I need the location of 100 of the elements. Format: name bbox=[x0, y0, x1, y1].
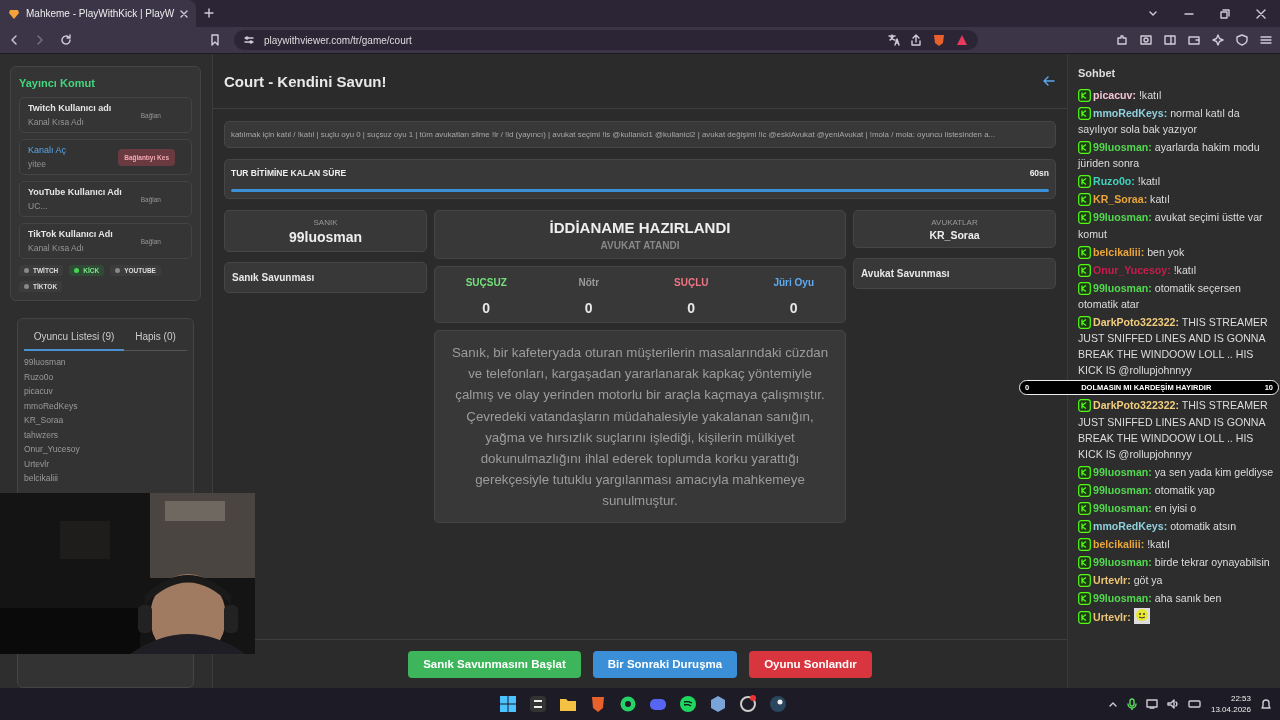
chat-message: 99luosman: en iyisi o bbox=[1078, 500, 1274, 517]
badge-icon bbox=[1078, 211, 1091, 225]
chat-message: 99luosman: birde tekrar oynayabilsin bbox=[1078, 554, 1274, 571]
badge-icon bbox=[1078, 263, 1091, 277]
steam-icon[interactable] bbox=[769, 695, 787, 713]
action-button[interactable]: Sanık Savunmasını Başlat bbox=[408, 650, 581, 678]
field-value: Kanal Kısa Adı bbox=[28, 243, 85, 253]
lawyer-name: KR_Soraa bbox=[928, 229, 981, 241]
chat-message: 99luosman: ayarlarda hakim modu jüriden sonra bbox=[1078, 140, 1261, 172]
back-arrow-icon[interactable] bbox=[1043, 76, 1055, 86]
chat-message: DarkPoto322322: THIS STREAMER JUST SNIFFED LINES AND IS GONNA BREAK THE WINDOOW LOLL .. HIS KICK IS @rollupjohnnyy bbox=[1078, 314, 1269, 379]
status-title: İDDİANAME HAZIRLANDI bbox=[548, 219, 732, 236]
music-icon[interactable] bbox=[679, 695, 697, 713]
player-name: Urtevlr bbox=[24, 457, 51, 471]
chat-message: 99luosman: aha sanık ben bbox=[1078, 590, 1274, 607]
vote-count: 0 bbox=[481, 300, 492, 316]
start-icon[interactable] bbox=[499, 695, 517, 713]
card-label: SANIK bbox=[312, 218, 339, 227]
shield-icon[interactable] bbox=[1236, 34, 1248, 46]
vote-count: 0 bbox=[583, 300, 594, 316]
chat-message: KR_Soraa: katıl bbox=[1078, 191, 1274, 208]
address-bar[interactable]: playwithviewer.com/tr/game/court bbox=[234, 30, 978, 50]
list-tab[interactable]: Hapis (0) bbox=[124, 325, 187, 351]
timer-reading: 60sn bbox=[1029, 168, 1049, 178]
badge-icon bbox=[1078, 107, 1091, 120]
hexagon-icon[interactable] bbox=[709, 695, 727, 713]
browser-tab[interactable]: Mahkeme - PlayWithKick | PlayW bbox=[0, 0, 197, 27]
defendant-name: 99luosman bbox=[287, 229, 364, 245]
badge-icon bbox=[1078, 466, 1091, 480]
field-value: Kanal Kısa Adı bbox=[28, 117, 85, 127]
sidebar-icon[interactable] bbox=[1164, 34, 1176, 46]
badge-icon bbox=[1078, 611, 1091, 625]
badge-icon bbox=[1078, 538, 1091, 552]
field-label: Twitch Kullanıcı adı bbox=[28, 103, 112, 113]
sparkle-icon[interactable] bbox=[1212, 34, 1224, 46]
notification-icon[interactable] bbox=[1260, 698, 1272, 710]
battery-icon[interactable] bbox=[1187, 699, 1202, 709]
badge-icon bbox=[1078, 484, 1091, 498]
translate-icon[interactable] bbox=[888, 34, 900, 46]
badge-icon bbox=[1078, 281, 1091, 295]
badge-icon bbox=[1078, 520, 1091, 534]
new-tab-icon[interactable] bbox=[204, 8, 215, 18]
wallet-icon[interactable] bbox=[1188, 34, 1200, 46]
restore-icon[interactable] bbox=[1220, 8, 1230, 19]
vote-label: Nötr bbox=[577, 277, 601, 288]
player-name: Ruzo0o bbox=[24, 370, 55, 384]
player-name: tahwzers bbox=[24, 428, 59, 442]
badge-icon bbox=[1078, 502, 1091, 516]
chat-message: Urtevlr: bbox=[1078, 608, 1274, 626]
indictment-text: Sanık, bir kafeteryada oturan müşterilerin masalarındaki cüzdan ve telefonları, kargaşadan yararlanarak kapkaç yöntemiyle çalmış ve olay yerinden motorlu bir araçla kaçmaya çalışmıştır. Çevredeki vatandaşların müdahalesiyle yakalanan sanığın, yağma ve hırsızlık suçlarını işlediği, kişilerin mülkiyet dokunulmazlığını ihlal ederek toplumda korku yarattığı gerekçesiyle tutuklu yargılanması amacıyla mahkemeye sunulmuştur. bbox=[434, 330, 846, 523]
screenshot-icon[interactable] bbox=[1140, 34, 1152, 46]
vote-count: 0 bbox=[788, 300, 799, 316]
badge-icon bbox=[1078, 315, 1091, 329]
field-value: yitee bbox=[28, 159, 47, 169]
field-label: YouTube Kullanıcı Adı bbox=[28, 187, 122, 197]
badge-icon bbox=[1078, 141, 1091, 155]
badge-icon bbox=[1078, 175, 1091, 189]
bookmark-icon[interactable] bbox=[210, 34, 220, 46]
action-button[interactable]: Oyunu Sonlandır bbox=[749, 650, 872, 678]
chat-message: 99luosman: otomatik yap bbox=[1078, 482, 1274, 499]
extensions-icon[interactable] bbox=[1116, 34, 1128, 46]
chat-message: 99luosman: ya sen yada kim geldiyse bbox=[1078, 464, 1274, 481]
close-icon[interactable] bbox=[180, 9, 189, 18]
action-button[interactable]: Bir Sonraki Duruşma bbox=[592, 650, 738, 678]
badge-icon bbox=[1078, 574, 1091, 588]
shield-icon[interactable] bbox=[589, 695, 607, 713]
close-icon[interactable] bbox=[1256, 8, 1266, 19]
vote-count: 0 bbox=[686, 300, 697, 316]
badge-icon bbox=[1078, 193, 1091, 207]
chat-title: Sohbet bbox=[1078, 67, 1117, 79]
microphone-icon[interactable] bbox=[1126, 698, 1137, 710]
shield-icon[interactable] bbox=[932, 33, 946, 47]
chat-message: belcikaliii: ben yok bbox=[1078, 243, 1274, 260]
channel-link[interactable]: Kanalı Aç bbox=[28, 145, 67, 155]
lion-icon bbox=[8, 7, 20, 20]
triangle-icon[interactable] bbox=[956, 34, 968, 46]
menu-icon[interactable] bbox=[1260, 34, 1272, 46]
card-label: AVUKATLAR bbox=[930, 218, 979, 227]
app-icon[interactable] bbox=[529, 695, 547, 713]
defense-panel: Avukat Savunması bbox=[853, 258, 1056, 289]
chat-message: Ruzo0o: !katıl bbox=[1078, 173, 1274, 190]
clock-time: 22:53 bbox=[1229, 693, 1251, 704]
site-settings-icon[interactable] bbox=[244, 35, 254, 45]
badge-icon bbox=[1078, 592, 1091, 606]
clock-date: 13.04.2026 bbox=[1210, 704, 1251, 715]
list-tab[interactable]: Oyuncu Listesi (9) bbox=[24, 325, 124, 351]
smiley-emote-icon bbox=[1133, 608, 1150, 625]
speaker-icon[interactable] bbox=[1166, 699, 1179, 709]
badge-icon bbox=[1078, 399, 1091, 413]
chat-message: belcikaliii: !katıl bbox=[1078, 536, 1274, 553]
defense-panel: Sanık Savunması bbox=[224, 262, 427, 293]
chat-message: mmoRedKeys: otomatik atsın bbox=[1078, 518, 1274, 535]
player-name: Onur_Yucesoy bbox=[24, 443, 81, 456]
badge-icon bbox=[1078, 245, 1091, 259]
share-icon[interactable] bbox=[910, 34, 922, 46]
field-value: UC... bbox=[28, 201, 49, 211]
reload-icon[interactable] bbox=[60, 34, 72, 46]
player-name: KR_Soraa bbox=[24, 414, 65, 427]
player-name: mmoRedKeys bbox=[24, 399, 79, 413]
gauge-icon[interactable] bbox=[739, 695, 757, 713]
